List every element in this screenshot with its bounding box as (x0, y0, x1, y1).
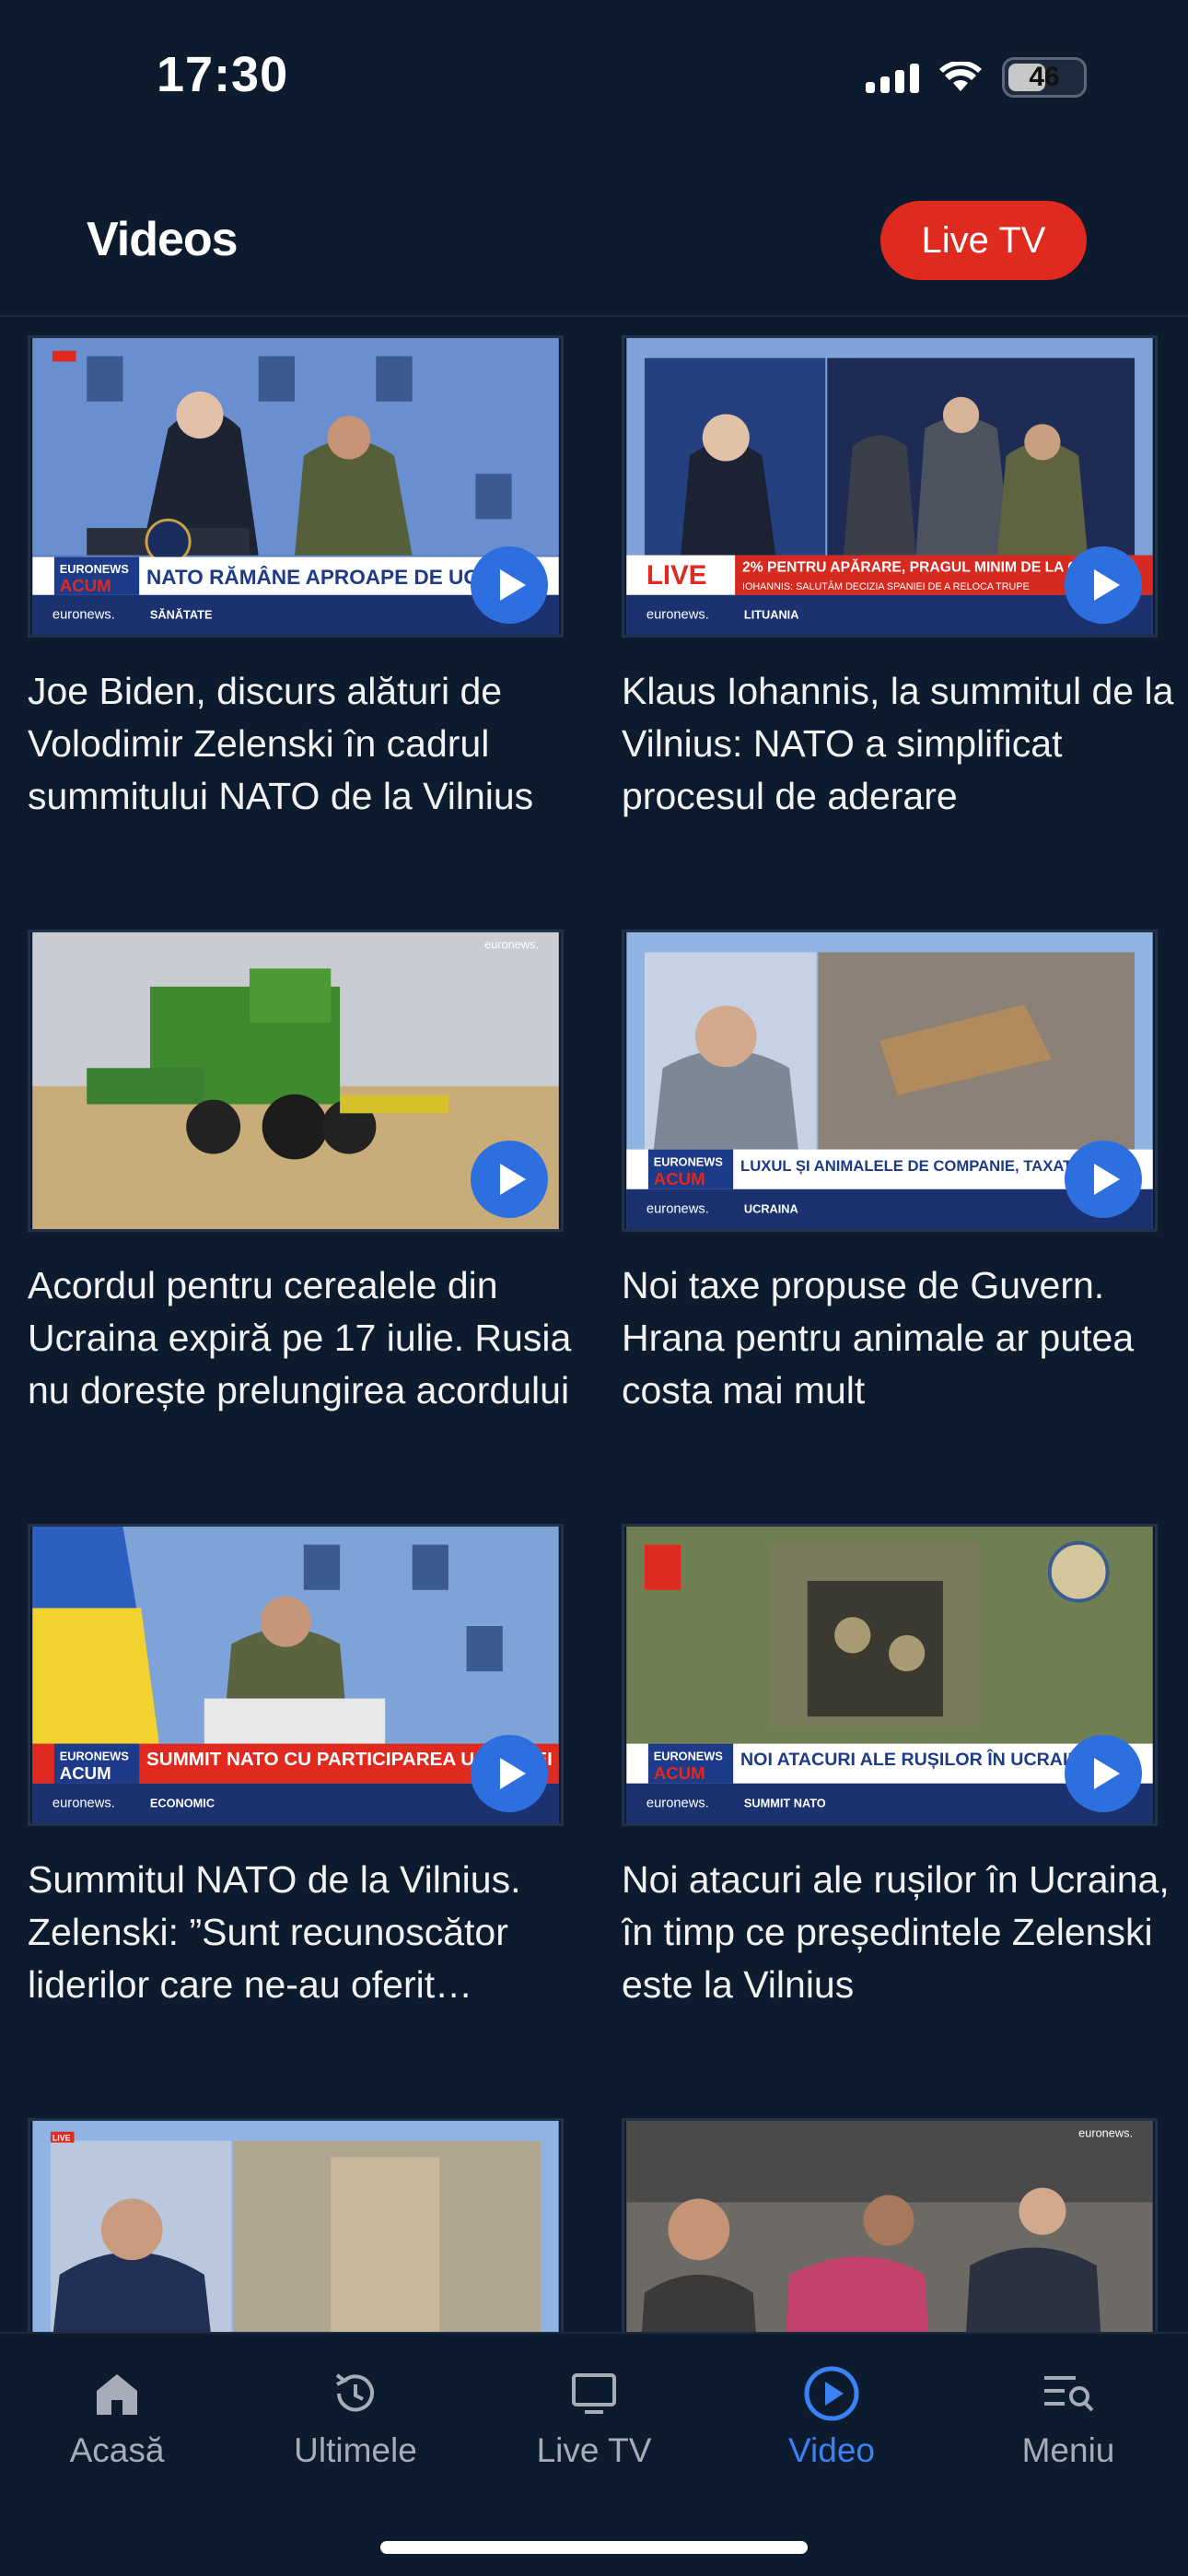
play-button[interactable] (471, 1735, 548, 1812)
video-card[interactable]: euronews. Acordul pentru cerealele din U… (28, 930, 571, 1417)
svg-text:ECONOMIC: ECONOMIC (150, 1796, 215, 1809)
battery-icon: 46 (1002, 57, 1087, 98)
video-card[interactable]: EURONEWS ACUM NOI ATACURI ALE RUȘILOR ÎN… (622, 1524, 1170, 2011)
play-button[interactable] (471, 546, 548, 624)
video-title[interactable]: Noi atacuri ale rușilor în Ucraina, în t… (622, 1854, 1174, 2011)
thumbnail-image: LIVE (32, 2121, 559, 2332)
play-circle-icon (740, 2361, 924, 2426)
svg-text:ACUM: ACUM (60, 576, 111, 595)
play-button[interactable] (1065, 546, 1142, 624)
video-title[interactable]: Joe Biden, discurs alături de Volodimir … (28, 665, 580, 823)
svg-text:ACUM: ACUM (654, 1763, 705, 1783)
video-thumbnail[interactable]: euronews. (622, 2118, 1158, 2332)
video-thumbnail[interactable]: EURONEWS ACUM SUMMIT NATO CU PARTICIPARE… (28, 1524, 564, 1826)
nav-item-acasa[interactable]: Acasă (25, 2361, 209, 2470)
home-icon (25, 2361, 209, 2426)
svg-text:2% PENTRU APĂRARE, PRAGUL MINI: 2% PENTRU APĂRARE, PRAGUL MINIM DE LA CA… (742, 557, 1109, 575)
video-card[interactable]: LIVE (28, 2118, 564, 2332)
svg-text:EURONEWS: EURONEWS (60, 1749, 129, 1762)
play-button[interactable] (1065, 1141, 1142, 1218)
page-header: Videos Live TV (0, 184, 1188, 317)
thumbnail-image: euronews. (626, 2121, 1153, 2332)
video-card[interactable]: EURONEWS ACUM LUXUL ȘI ANIMALELE DE COMP… (622, 930, 1158, 1417)
nav-label: Live TV (536, 2431, 652, 2469)
nav-item-meniu[interactable]: Meniu (976, 2361, 1160, 2470)
svg-text:UCRAINA: UCRAINA (744, 1201, 798, 1215)
video-grid: EURONEWS ACUM NATO RĂMÂNE APROAPE DE UCR… (0, 319, 1188, 2332)
nav-label: Ultimele (294, 2431, 417, 2469)
page-title: Videos (87, 213, 239, 266)
nav-label: Acasă (69, 2431, 165, 2469)
nav-label: Video (788, 2431, 875, 2469)
svg-text:ACUM: ACUM (60, 1763, 111, 1783)
video-card[interactable]: euronews. (622, 2118, 1158, 2332)
svg-text:NOI ATACURI ALE RUȘILOR ÎN UCR: NOI ATACURI ALE RUȘILOR ÎN UCRAINA (740, 1748, 1094, 1770)
svg-text:euronews.: euronews. (646, 1201, 709, 1216)
svg-text:SUMMIT NATO: SUMMIT NATO (744, 1796, 826, 1809)
svg-text:LITUANIA: LITUANIA (744, 607, 799, 621)
nav-item-video[interactable]: Video (740, 2361, 924, 2470)
video-card[interactable]: LIVE 2% PENTRU APĂRARE, PRAGUL MINIM DE … (622, 335, 1173, 823)
video-thumbnail[interactable]: EURONEWS ACUM NATO RĂMÂNE APROAPE DE UCR… (28, 335, 564, 638)
bottom-nav: Acasă Ultimele Live TV Video Meniu (0, 2332, 1188, 2576)
svg-text:LIVE: LIVE (52, 2134, 71, 2143)
status-icons: 46 (866, 57, 1087, 98)
nav-label: Meniu (1021, 2431, 1115, 2469)
svg-text:euronews.: euronews. (52, 1796, 115, 1810)
tv-icon (502, 2361, 686, 2426)
svg-text:EURONEWS: EURONEWS (654, 1749, 723, 1762)
video-card[interactable]: EURONEWS ACUM NATO RĂMÂNE APROAPE DE UCR… (28, 335, 564, 823)
history-icon (263, 2361, 448, 2426)
video-thumbnail[interactable]: EURONEWS ACUM NOI ATACURI ALE RUȘILOR ÎN… (622, 1524, 1158, 1826)
video-title[interactable]: Summitul NATO de la Vilnius. Zelenski: ”… (28, 1854, 580, 2011)
video-title[interactable]: Acordul pentru cerealele din Ucraina exp… (28, 1259, 580, 1417)
video-thumbnail[interactable]: EURONEWS ACUM LUXUL ȘI ANIMALELE DE COMP… (622, 930, 1158, 1232)
svg-text:euronews.: euronews. (52, 607, 115, 622)
status-bar: 17:30 46 (0, 0, 1188, 157)
video-title[interactable]: Klaus Iohannis, la summitul de la Vilniu… (622, 665, 1174, 823)
svg-text:LIVE: LIVE (646, 560, 706, 591)
svg-text:LUXUL ȘI ANIMALELE DE COMPANIE: LUXUL ȘI ANIMALELE DE COMPANIE, TAXATE D… (740, 1157, 1108, 1175)
svg-text:SĂNĂTATE: SĂNĂTATE (150, 607, 213, 621)
play-button[interactable] (471, 1141, 548, 1218)
svg-text:euronews.: euronews. (646, 607, 709, 622)
svg-text:IOHANNIS: SALUTĂM DECIZIA SPAN: IOHANNIS: SALUTĂM DECIZIA SPANIEI DE A R… (742, 580, 1030, 592)
video-thumbnail[interactable]: LIVE (28, 2118, 564, 2332)
video-thumbnail[interactable]: LIVE 2% PENTRU APĂRARE, PRAGUL MINIM DE … (622, 335, 1158, 638)
nav-item-ultimele[interactable]: Ultimele (263, 2361, 448, 2470)
svg-text:ACUM: ACUM (654, 1169, 705, 1188)
video-thumbnail[interactable]: euronews. (28, 930, 564, 1232)
video-title[interactable]: Noi taxe propuse de Guvern. Hrana pentru… (622, 1259, 1174, 1417)
svg-text:euronews.: euronews. (484, 938, 539, 952)
home-indicator[interactable] (380, 2541, 808, 2554)
wifi-icon (939, 62, 982, 91)
svg-text:euronews.: euronews. (1078, 2126, 1133, 2140)
cellular-signal-icon (866, 62, 919, 93)
svg-text:EURONEWS: EURONEWS (654, 1154, 723, 1168)
battery-level: 46 (1029, 62, 1060, 92)
nav-item-live-tv[interactable]: Live TV (502, 2361, 686, 2470)
video-card[interactable]: EURONEWS ACUM SUMMIT NATO CU PARTICIPARE… (28, 1524, 564, 2011)
svg-text:euronews.: euronews. (646, 1796, 709, 1810)
svg-text:EURONEWS: EURONEWS (60, 562, 129, 576)
play-button[interactable] (1065, 1735, 1142, 1812)
menu-search-icon (976, 2361, 1160, 2426)
live-tv-button[interactable]: Live TV (880, 201, 1087, 280)
status-time: 17:30 (157, 47, 289, 102)
